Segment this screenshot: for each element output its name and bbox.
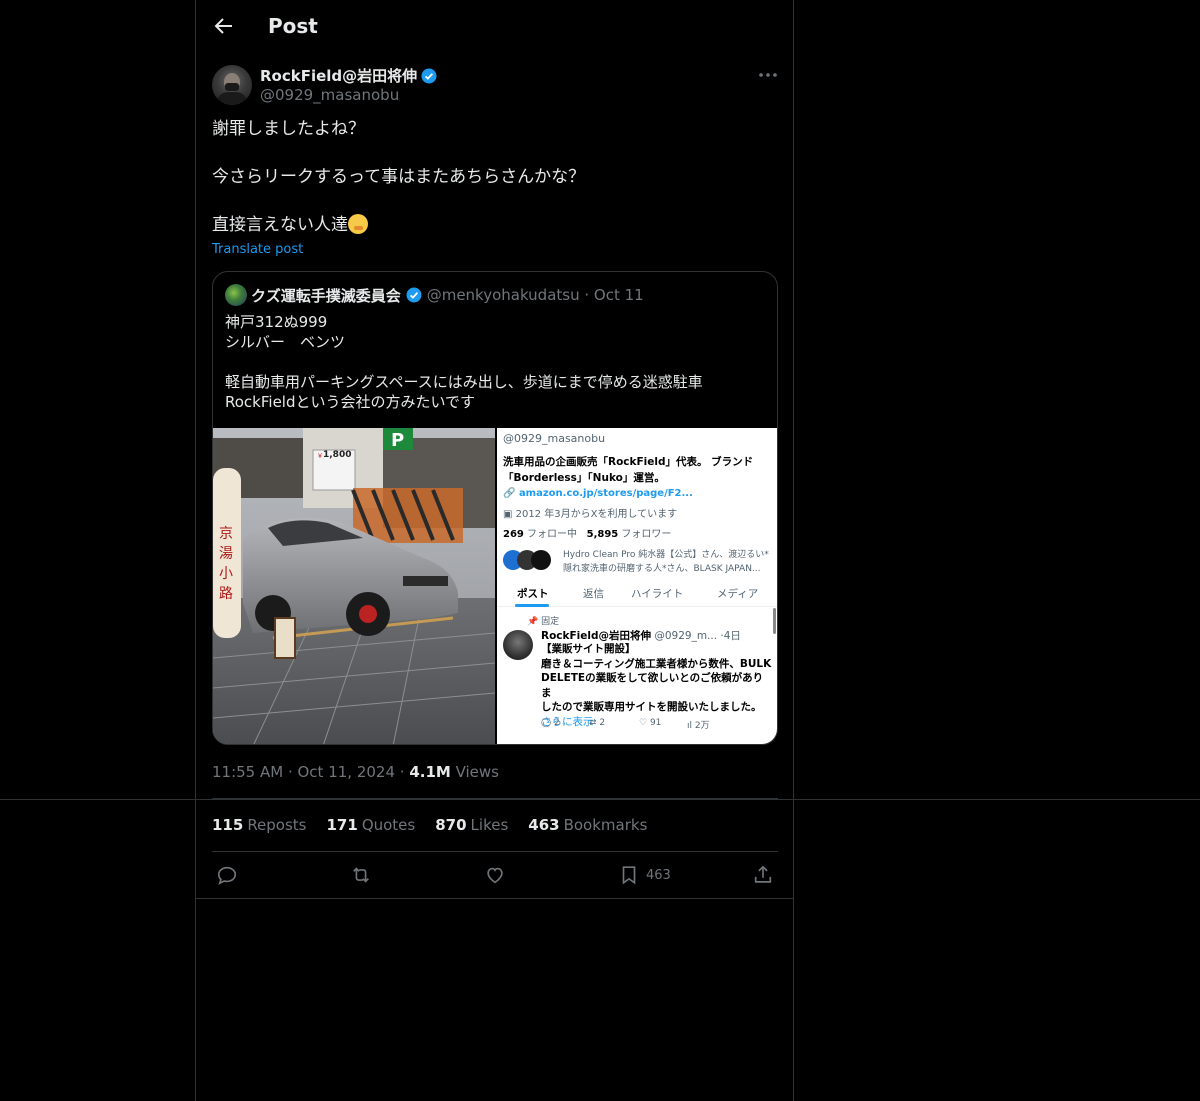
ss-tab: メディア bbox=[717, 588, 759, 600]
main-column: Post RockField@岩田将伸 @0929_masanobu 謝罪しまし… bbox=[195, 0, 794, 1101]
ss-link: amazon.co.jp/stores/page/F2... bbox=[518, 488, 693, 499]
author-display-name[interactable]: RockField@岩田将伸 bbox=[260, 65, 417, 86]
reposts-label: Reposts bbox=[247, 816, 307, 834]
ss-followers: 5,895 bbox=[586, 529, 619, 540]
quotes-count: 171 bbox=[326, 816, 358, 834]
ss-tab: ハイライト bbox=[631, 588, 684, 600]
lantern-char: 湯 bbox=[219, 545, 233, 562]
back-button[interactable] bbox=[212, 14, 236, 38]
ss-followers-label: フォロワー bbox=[618, 529, 672, 540]
ss-tweet-line: 磨き＆コーティング施工業者様から数件、BULK bbox=[541, 657, 772, 670]
ss-handle: @0929_masanobu bbox=[503, 432, 606, 445]
ss-views-count: 2万 bbox=[694, 721, 710, 731]
svg-text:P: P bbox=[391, 430, 404, 451]
lantern-char: 京 bbox=[219, 526, 233, 542]
quotes-stat[interactable]: 171 Quotes bbox=[327, 816, 416, 834]
bookmark-count: 463 bbox=[646, 867, 671, 883]
avatar[interactable] bbox=[212, 65, 252, 105]
views-count: 4.1M bbox=[409, 763, 451, 781]
quoted-photo-screenshot[interactable]: @0929_masanobu 洗車用品の企画販売「RockField」代表。 ブ… bbox=[497, 428, 777, 744]
share-button[interactable] bbox=[752, 864, 774, 886]
bookmark-button[interactable]: 463 bbox=[618, 864, 671, 886]
price-sign: 1,800 bbox=[323, 450, 351, 460]
ss-tweet-name: RockField@岩田将伸 bbox=[541, 630, 652, 642]
reply-icon bbox=[217, 866, 237, 885]
verified-badge-icon bbox=[406, 287, 422, 303]
bookmarks-stat[interactable]: 463 Bookmarks bbox=[528, 816, 647, 834]
ss-followed-by: 隠れ家洗車の研磨する人*さん、BLASK JAPAN... bbox=[563, 564, 761, 574]
ss-tweet-line: したので業販専用サイトを開設いたしました。 bbox=[541, 701, 762, 713]
quotes-label: Quotes bbox=[361, 816, 416, 834]
share-icon bbox=[754, 865, 772, 883]
ss-rt-count: 2 bbox=[599, 718, 606, 728]
engagement-stats: 115 Reposts 171 Quotes 870 Likes 463 Bookmar… bbox=[212, 816, 647, 834]
lantern-char: 路 bbox=[219, 586, 233, 602]
verified-badge-icon bbox=[421, 68, 437, 83]
quoted-meta: @menkyohakudatsu · Oct 11 bbox=[426, 286, 644, 304]
ss-joined: 2012 年3月からXを利用しています bbox=[515, 509, 678, 520]
top-bar: Post bbox=[196, 0, 793, 53]
ss-bio: 洗車用品の企画販売「RockField」代表。 ブランド bbox=[503, 456, 754, 468]
more-icon bbox=[759, 73, 777, 77]
page-title: Post bbox=[268, 14, 318, 38]
likes-count: 870 bbox=[435, 816, 467, 834]
post-time[interactable]: 11:55 AM · Oct 11, 2024 · bbox=[212, 763, 409, 781]
more-button[interactable] bbox=[756, 66, 780, 84]
ss-tweet-line: DELETEの業販をして欲しいとのご依頼がありま bbox=[541, 672, 764, 699]
quoted-header: クズ運転手撲滅委員会 @menkyohakudatsu · Oct 11 bbox=[225, 284, 644, 306]
likes-stat[interactable]: 870 Likes bbox=[435, 816, 508, 834]
quoted-photo-car[interactable]: ￥ 1,800 P 京 湯 小 路 bbox=[213, 428, 495, 744]
ss-following-label: フォロー中 bbox=[523, 529, 578, 540]
like-button[interactable] bbox=[484, 864, 506, 886]
post-line-wrap: 直接言えない人達 bbox=[212, 213, 772, 237]
ss-tweet-meta: @0929_m... ·4日 bbox=[654, 630, 741, 642]
quoted-text: 神戸312ぬ999 シルバー ベンツ 軽自動車用パーキングスペースにはみ出し、歩… bbox=[225, 312, 765, 412]
reposts-stat[interactable]: 115 Reposts bbox=[212, 816, 307, 834]
ss-followers-avatars bbox=[503, 548, 553, 574]
reposts-count: 115 bbox=[212, 816, 244, 834]
reply-button[interactable] bbox=[216, 864, 238, 886]
like-icon bbox=[487, 867, 503, 884]
post-timestamp: 11:55 AM · Oct 11, 2024 · 4.1M Views bbox=[212, 763, 499, 781]
repost-button[interactable] bbox=[350, 864, 372, 886]
post-text: 謝罪しましたよね？ 今さらリークするって事はまたあちらさんかな？ 直接言えない人… bbox=[212, 117, 772, 237]
ss-pinned: 固定 bbox=[541, 617, 560, 627]
quoted-post[interactable]: クズ運転手撲滅委員会 @menkyohakudatsu · Oct 11 神戸3… bbox=[212, 271, 778, 745]
quoted-avatar[interactable] bbox=[225, 284, 247, 306]
divider bbox=[212, 851, 778, 852]
ss-like-count: 91 bbox=[649, 718, 662, 728]
ss-followed-by: Hydro Clean Pro 純水器【公式】さん、渡辺るい* bbox=[563, 550, 769, 560]
quoted-display-name: クズ運転手撲滅委員会 bbox=[251, 286, 401, 305]
post-line: 直接言えない人達 bbox=[212, 215, 348, 235]
quoted-line: シルバー ベンツ bbox=[225, 333, 346, 351]
quoted-line: 神戸312ぬ999 bbox=[225, 313, 328, 331]
author-name[interactable]: RockField@岩田将伸 bbox=[260, 65, 438, 86]
post-line: 今さらリークするって事はまたあちらさんかな？ bbox=[212, 167, 586, 187]
bookmarks-count: 463 bbox=[528, 816, 560, 834]
lantern-char: 小 bbox=[219, 566, 233, 582]
quoted-line: RockFieldという会社の方みたいです bbox=[225, 393, 476, 411]
bookmarks-label: Bookmarks bbox=[563, 816, 648, 834]
ss-tab: 返信 bbox=[583, 588, 604, 600]
emoji-icon bbox=[348, 214, 368, 234]
ss-following: 269 bbox=[503, 529, 524, 540]
divider bbox=[196, 898, 793, 899]
divider bbox=[212, 798, 778, 799]
ss-bio: 「Borderless」「Nuko」運営。 bbox=[503, 472, 665, 484]
action-bar: 463 bbox=[212, 862, 778, 890]
ss-tab: ポスト bbox=[517, 588, 549, 600]
ss-reply-count: 2 bbox=[553, 718, 560, 728]
author-handle[interactable]: @0929_masanobu bbox=[260, 86, 399, 104]
ss-tweet-line: 【業販サイト開設】 bbox=[541, 643, 636, 655]
bookmark-icon bbox=[622, 866, 636, 885]
likes-label: Likes bbox=[470, 816, 509, 834]
views-label: Views bbox=[450, 763, 499, 781]
back-arrow-icon bbox=[214, 18, 232, 34]
translate-link[interactable]: Translate post bbox=[212, 242, 303, 257]
car-photo-illustration: ￥ 1,800 P 京 湯 小 路 bbox=[213, 428, 495, 744]
repost-icon bbox=[353, 867, 369, 883]
quoted-line: 軽自動車用パーキングスペースにはみ出し、歩道にまで停める迷惑駐車 bbox=[225, 373, 703, 391]
post-line: 謝罪しましたよね？ bbox=[212, 119, 365, 139]
